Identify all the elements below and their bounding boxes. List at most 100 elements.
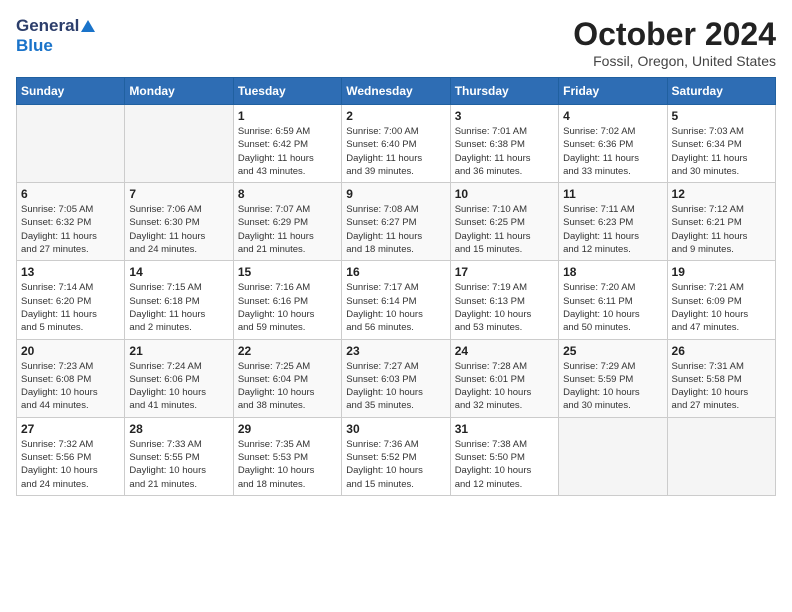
day-number: 3	[455, 109, 554, 123]
day-info: Sunrise: 7:25 AM Sunset: 6:04 PM Dayligh…	[238, 360, 337, 413]
calendar-table: Sunday Monday Tuesday Wednesday Thursday…	[16, 77, 776, 496]
calendar-cell-w5-d3: 29Sunrise: 7:35 AM Sunset: 5:53 PM Dayli…	[233, 417, 341, 495]
day-number: 29	[238, 422, 337, 436]
calendar-cell-w3-d1: 13Sunrise: 7:14 AM Sunset: 6:20 PM Dayli…	[17, 261, 125, 339]
calendar-cell-w2-d4: 9 Sunrise: 7:08 AM Sunset: 6:27 PM Daylig…	[342, 183, 450, 261]
day-info: Sunrise: 7:02 AM Sunset: 6:36 PM Dayligh…	[563, 125, 662, 178]
day-info: Sunrise: 7:20 AM Sunset: 6:11 PM Dayligh…	[563, 281, 662, 334]
day-number: 22	[238, 344, 337, 358]
header-friday: Friday	[559, 78, 667, 105]
day-number: 23	[346, 344, 445, 358]
calendar-cell-w4-d6: 25 Sunrise: 7:29 AM Sunset: 5:59 PM Dayli…	[559, 339, 667, 417]
day-number: 9	[346, 187, 445, 201]
calendar-cell-w2-d1: 6 Sunrise: 7:05 AM Sunset: 6:32 PM Daylig…	[17, 183, 125, 261]
header-saturday: Saturday	[667, 78, 775, 105]
logo-general-line: General	[16, 16, 95, 36]
day-number: 2	[346, 109, 445, 123]
calendar-cell-w4-d4: 23 Sunrise: 7:27 AM Sunset: 6:03 PM Dayli…	[342, 339, 450, 417]
header-thursday: Thursday	[450, 78, 558, 105]
calendar-cell-w1-d5: 3 Sunrise: 7:01 AM Sunset: 6:38 PM Daylig…	[450, 105, 558, 183]
day-number: 5	[672, 109, 771, 123]
calendar-cell-w4-d5: 24Sunrise: 7:28 AM Sunset: 6:01 PM Dayli…	[450, 339, 558, 417]
day-number: 26	[672, 344, 771, 358]
day-number: 4	[563, 109, 662, 123]
day-info: Sunrise: 7:12 AM Sunset: 6:21 PM Dayligh…	[672, 203, 771, 256]
logo-triangle-icon	[81, 20, 95, 32]
day-number: 21	[129, 344, 228, 358]
day-number: 16	[346, 265, 445, 279]
day-info: Sunrise: 7:17 AM Sunset: 6:14 PM Dayligh…	[346, 281, 445, 334]
calendar-cell-w3-d4: 16 Sunrise: 7:17 AM Sunset: 6:14 PM Dayli…	[342, 261, 450, 339]
calendar-week-5: 27Sunrise: 7:32 AM Sunset: 5:56 PM Dayli…	[17, 417, 776, 495]
day-number: 28	[129, 422, 228, 436]
header-monday: Monday	[125, 78, 233, 105]
day-info: Sunrise: 7:29 AM Sunset: 5:59 PM Dayligh…	[563, 360, 662, 413]
calendar-cell-w4-d3: 22 Sunrise: 7:25 AM Sunset: 6:04 PM Dayli…	[233, 339, 341, 417]
day-number: 25	[563, 344, 662, 358]
day-number: 20	[21, 344, 120, 358]
day-number: 27	[21, 422, 120, 436]
day-info: Sunrise: 7:15 AM Sunset: 6:18 PM Dayligh…	[129, 281, 228, 334]
day-info: Sunrise: 7:03 AM Sunset: 6:34 PM Dayligh…	[672, 125, 771, 178]
day-info: Sunrise: 7:06 AM Sunset: 6:30 PM Dayligh…	[129, 203, 228, 256]
calendar-cell-w2-d7: 12 Sunrise: 7:12 AM Sunset: 6:21 PM Dayli…	[667, 183, 775, 261]
calendar-cell-w5-d2: 28 Sunrise: 7:33 AM Sunset: 5:55 PM Dayli…	[125, 417, 233, 495]
header-sunday: Sunday	[17, 78, 125, 105]
day-number: 24	[455, 344, 554, 358]
calendar-week-1: 1Sunrise: 6:59 AM Sunset: 6:42 PM Daylig…	[17, 105, 776, 183]
day-info: Sunrise: 7:24 AM Sunset: 6:06 PM Dayligh…	[129, 360, 228, 413]
day-number: 6	[21, 187, 120, 201]
calendar-cell-w2-d3: 8 Sunrise: 7:07 AM Sunset: 6:29 PM Daylig…	[233, 183, 341, 261]
calendar-cell-w3-d3: 15 Sunrise: 7:16 AM Sunset: 6:16 PM Dayli…	[233, 261, 341, 339]
calendar-cell-w5-d1: 27Sunrise: 7:32 AM Sunset: 5:56 PM Dayli…	[17, 417, 125, 495]
calendar-cell-w1-d3: 1Sunrise: 6:59 AM Sunset: 6:42 PM Daylig…	[233, 105, 341, 183]
header-wednesday: Wednesday	[342, 78, 450, 105]
calendar-week-4: 20 Sunrise: 7:23 AM Sunset: 6:08 PM Dayli…	[17, 339, 776, 417]
calendar-cell-w1-d6: 4 Sunrise: 7:02 AM Sunset: 6:36 PM Daylig…	[559, 105, 667, 183]
day-number: 15	[238, 265, 337, 279]
month-title: October 2024	[573, 16, 776, 53]
day-info: Sunrise: 7:31 AM Sunset: 5:58 PM Dayligh…	[672, 360, 771, 413]
day-number: 8	[238, 187, 337, 201]
day-info: Sunrise: 7:00 AM Sunset: 6:40 PM Dayligh…	[346, 125, 445, 178]
calendar-cell-w5-d4: 30Sunrise: 7:36 AM Sunset: 5:52 PM Dayli…	[342, 417, 450, 495]
day-info: Sunrise: 7:38 AM Sunset: 5:50 PM Dayligh…	[455, 438, 554, 491]
day-info: Sunrise: 7:11 AM Sunset: 6:23 PM Dayligh…	[563, 203, 662, 256]
day-number: 17	[455, 265, 554, 279]
calendar-cell-w5-d5: 31 Sunrise: 7:38 AM Sunset: 5:50 PM Dayli…	[450, 417, 558, 495]
day-info: Sunrise: 7:14 AM Sunset: 6:20 PM Dayligh…	[21, 281, 120, 334]
calendar-cell-w4-d1: 20 Sunrise: 7:23 AM Sunset: 6:08 PM Dayli…	[17, 339, 125, 417]
day-info: Sunrise: 7:16 AM Sunset: 6:16 PM Dayligh…	[238, 281, 337, 334]
title-area: October 2024 Fossil, Oregon, United Stat…	[573, 16, 776, 69]
calendar-cell-w5-d7	[667, 417, 775, 495]
day-number: 7	[129, 187, 228, 201]
calendar-week-2: 6 Sunrise: 7:05 AM Sunset: 6:32 PM Daylig…	[17, 183, 776, 261]
day-info: Sunrise: 7:19 AM Sunset: 6:13 PM Dayligh…	[455, 281, 554, 334]
calendar-cell-w3-d6: 18 Sunrise: 7:20 AM Sunset: 6:11 PM Dayli…	[559, 261, 667, 339]
day-number: 18	[563, 265, 662, 279]
day-number: 19	[672, 265, 771, 279]
calendar-cell-w1-d7: 5 Sunrise: 7:03 AM Sunset: 6:34 PM Daylig…	[667, 105, 775, 183]
calendar-cell-w2-d6: 11 Sunrise: 7:11 AM Sunset: 6:23 PM Dayli…	[559, 183, 667, 261]
day-info: Sunrise: 7:08 AM Sunset: 6:27 PM Dayligh…	[346, 203, 445, 256]
day-info: Sunrise: 7:23 AM Sunset: 6:08 PM Dayligh…	[21, 360, 120, 413]
day-info: Sunrise: 7:07 AM Sunset: 6:29 PM Dayligh…	[238, 203, 337, 256]
day-number: 11	[563, 187, 662, 201]
calendar-cell-w5-d6	[559, 417, 667, 495]
day-info: Sunrise: 7:27 AM Sunset: 6:03 PM Dayligh…	[346, 360, 445, 413]
day-info: Sunrise: 7:33 AM Sunset: 5:55 PM Dayligh…	[129, 438, 228, 491]
day-number: 30	[346, 422, 445, 436]
day-number: 14	[129, 265, 228, 279]
calendar-cell-w1-d2	[125, 105, 233, 183]
calendar-cell-w4-d2: 21 Sunrise: 7:24 AM Sunset: 6:06 PM Dayli…	[125, 339, 233, 417]
day-number: 10	[455, 187, 554, 201]
calendar-cell-w4-d7: 26 Sunrise: 7:31 AM Sunset: 5:58 PM Dayli…	[667, 339, 775, 417]
day-number: 12	[672, 187, 771, 201]
day-info: Sunrise: 7:01 AM Sunset: 6:38 PM Dayligh…	[455, 125, 554, 178]
calendar-week-3: 13Sunrise: 7:14 AM Sunset: 6:20 PM Dayli…	[17, 261, 776, 339]
day-info: Sunrise: 7:05 AM Sunset: 6:32 PM Dayligh…	[21, 203, 120, 256]
day-number: 31	[455, 422, 554, 436]
day-number: 1	[238, 109, 337, 123]
calendar-cell-w1-d1	[17, 105, 125, 183]
day-info: Sunrise: 7:21 AM Sunset: 6:09 PM Dayligh…	[672, 281, 771, 334]
